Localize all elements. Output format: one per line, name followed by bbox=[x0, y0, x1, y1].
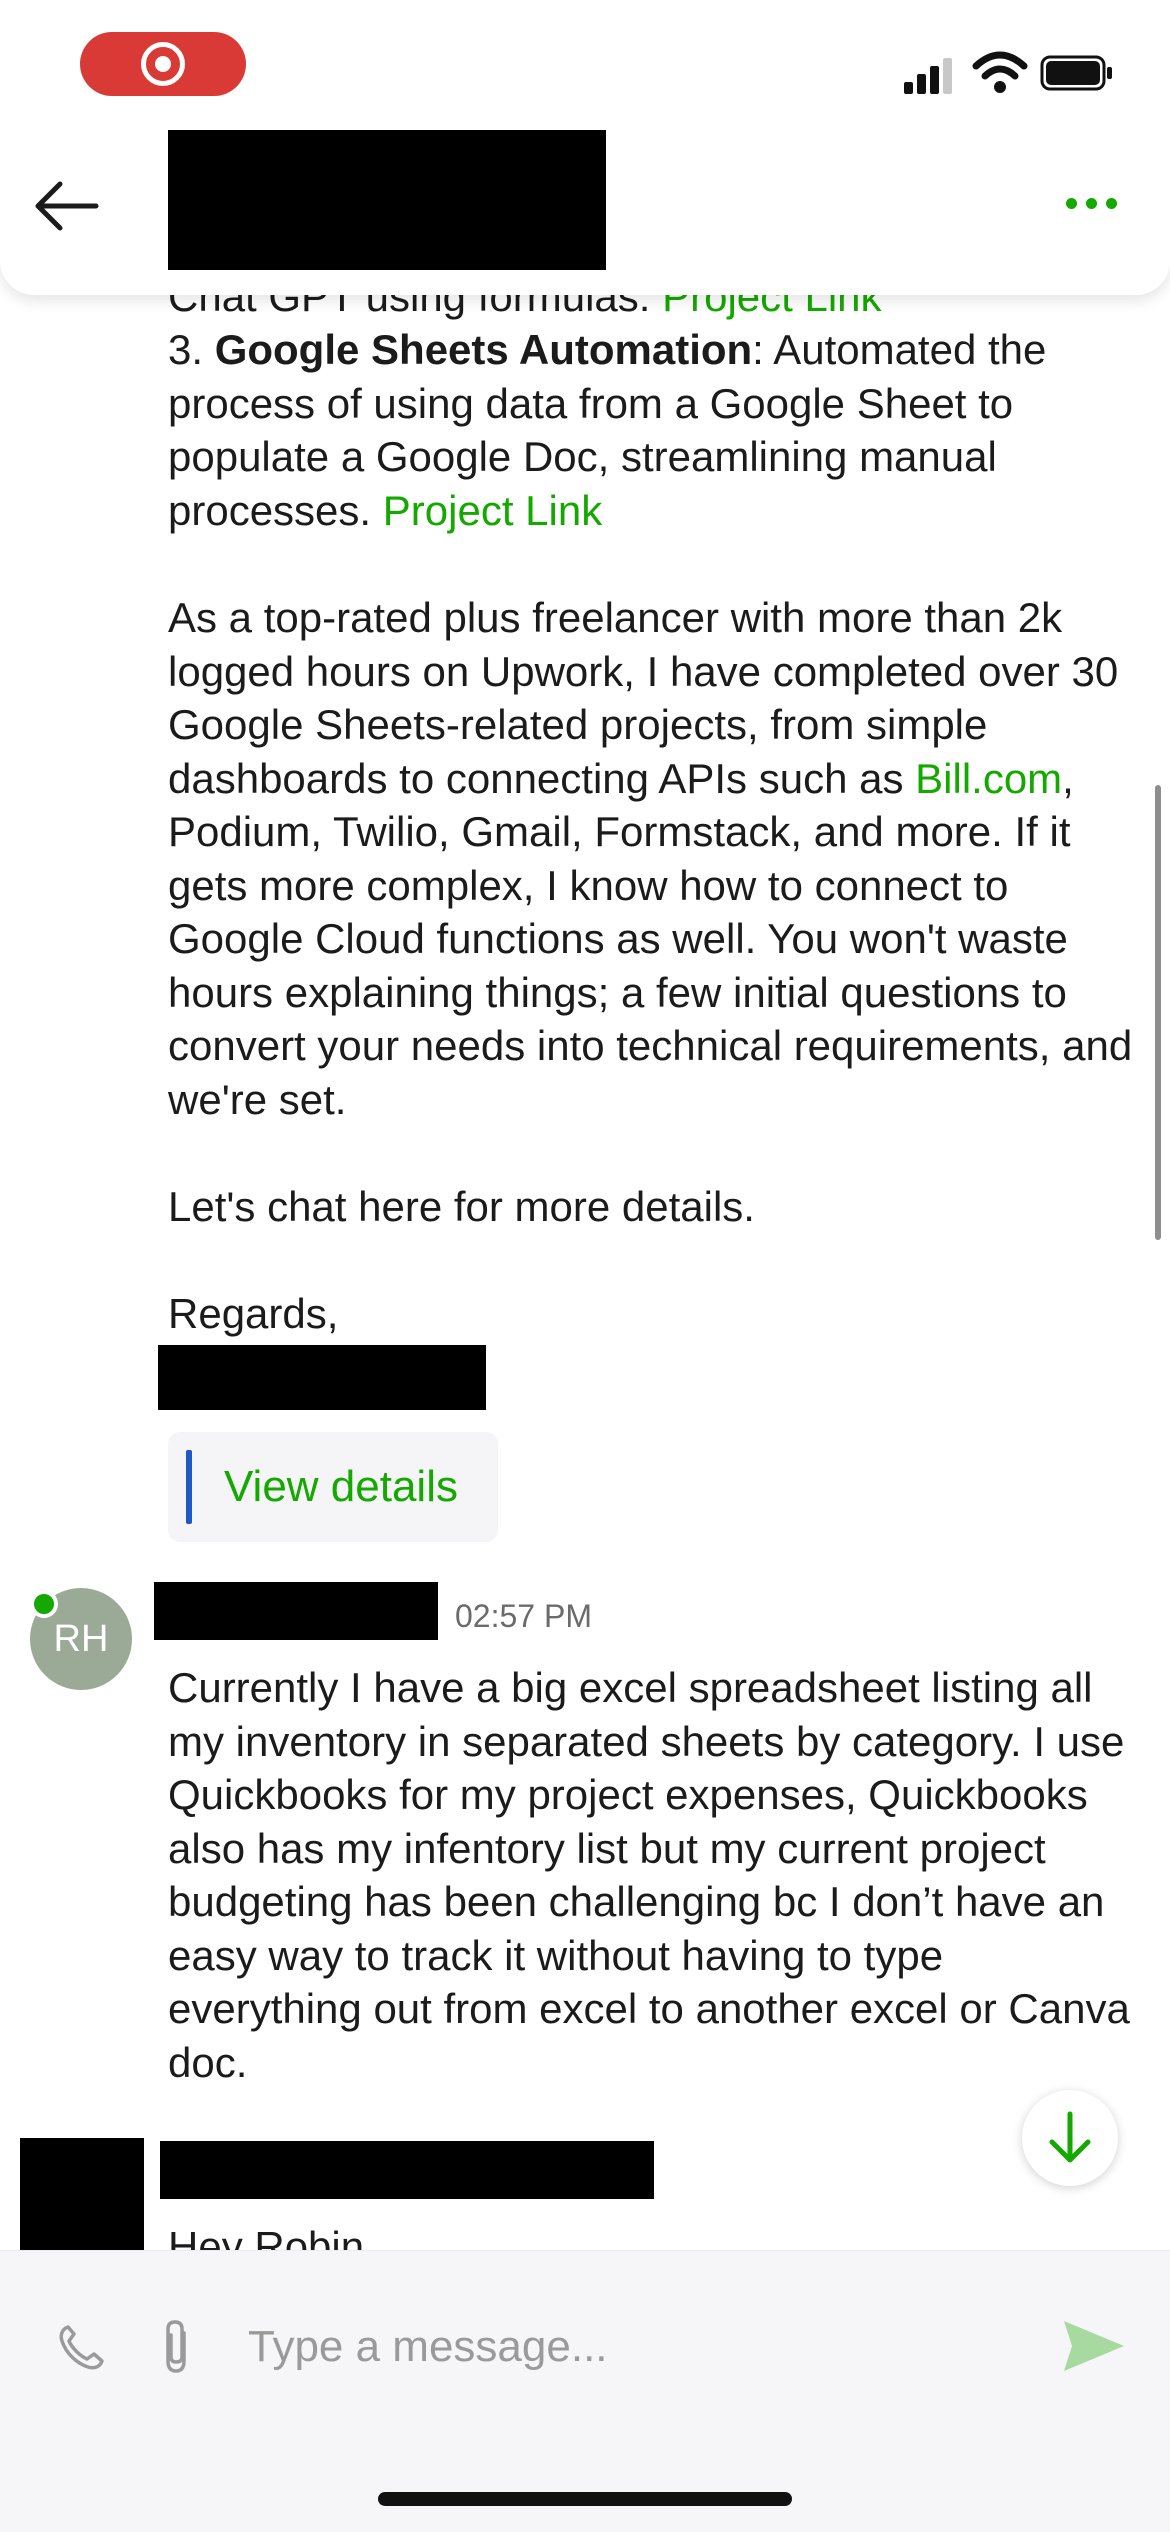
more-icon[interactable] bbox=[1060, 190, 1124, 230]
redacted-sender-name bbox=[154, 1582, 438, 1640]
status-bar bbox=[0, 0, 1170, 130]
redacted-chat-title bbox=[168, 130, 606, 270]
client-message-text: Currently I have a big excel spreadsheet… bbox=[168, 1664, 1142, 2086]
message-composer bbox=[0, 2250, 1170, 2532]
view-details-button[interactable]: View details bbox=[168, 1432, 498, 1542]
chat-header bbox=[0, 110, 1170, 295]
scroll-to-bottom-button[interactable] bbox=[1022, 2090, 1118, 2186]
arrow-down-icon bbox=[1049, 2111, 1091, 2163]
screen-recording-indicator[interactable] bbox=[80, 32, 246, 96]
send-icon[interactable] bbox=[1058, 2311, 1128, 2381]
view-details-label: View details bbox=[224, 1462, 458, 1511]
wifi-icon bbox=[972, 51, 1028, 93]
battery-icon bbox=[1040, 55, 1112, 91]
project-link-3[interactable]: Project Link bbox=[383, 487, 602, 534]
back-arrow-icon[interactable] bbox=[28, 168, 104, 244]
message-experience-paragraph: As a top-rated plus freelancer with more… bbox=[168, 594, 1144, 1123]
item-3-title: Google Sheets Automation bbox=[214, 326, 753, 373]
signal-icon bbox=[904, 54, 958, 94]
message-input[interactable] bbox=[248, 2311, 1028, 2383]
paperclip-icon[interactable] bbox=[156, 2317, 196, 2377]
chat-thread[interactable]: Chat GPT using formulas: Project Link 3.… bbox=[0, 0, 1170, 2250]
bill-com-link[interactable]: Bill.com bbox=[915, 755, 1062, 802]
redacted-avatar bbox=[20, 2138, 144, 2250]
message-item-3: 3. Google Sheets Automation: Automated t… bbox=[168, 326, 1059, 534]
message-chat-line: Let's chat here for more details. bbox=[168, 1183, 755, 1230]
scrollbar[interactable] bbox=[1155, 785, 1161, 1240]
redacted-signature bbox=[158, 1345, 486, 1410]
record-dot bbox=[155, 56, 171, 72]
next-message-preview: Hey Robin bbox=[168, 2223, 365, 2250]
online-status-dot bbox=[30, 1590, 58, 1618]
message-regards: Regards, bbox=[168, 1290, 339, 1337]
quote-bar bbox=[186, 1450, 192, 1524]
redacted-next-sender-name bbox=[160, 2141, 654, 2199]
home-indicator[interactable] bbox=[378, 2492, 792, 2506]
phone-icon[interactable] bbox=[54, 2319, 108, 2373]
message-timestamp: 02:57 PM bbox=[455, 1598, 592, 1634]
